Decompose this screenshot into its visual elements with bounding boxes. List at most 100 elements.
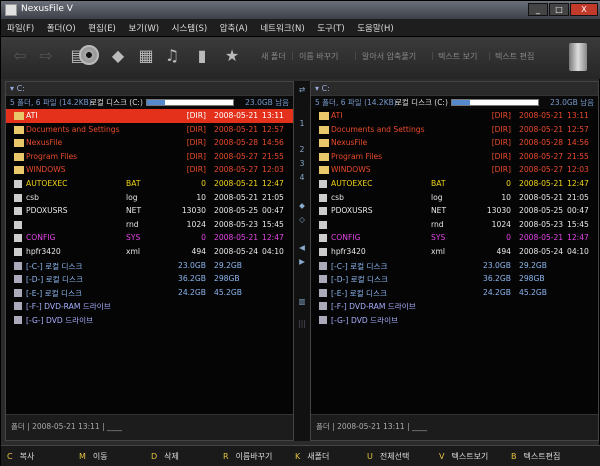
folder-row[interactable]: ATI [DIR] 2008-05-21 13:11: [6, 109, 293, 123]
file-row[interactable]: AUTOEXEC BAT 0 2008-05-21 12:47: [6, 177, 293, 191]
drive-row[interactable]: [-C-] 로컬 디스크 23.0GB 29.2GB: [311, 259, 598, 273]
row-size: 0: [506, 178, 511, 188]
music-icon[interactable]: ♫: [161, 45, 183, 67]
arrow-left-icon[interactable]: ◀: [294, 243, 310, 252]
trash-bin-icon[interactable]: [569, 43, 587, 71]
menu-tools[interactable]: 도구(T): [311, 19, 348, 34]
tab-4[interactable]: 4: [294, 173, 310, 182]
fkey-text-edit[interactable]: B 텍스트편집: [511, 451, 560, 462]
drive-row[interactable]: [-D-] 로컬 디스크 36.2GB 298GB: [311, 272, 598, 286]
forward-arrow-icon[interactable]: ⇨: [35, 45, 57, 67]
drive-row[interactable]: [-F-] DVD-RAM 드라이브: [311, 299, 598, 313]
text-edit-button[interactable]: 텍스트 편집: [495, 51, 534, 62]
menu-edit[interactable]: 편집(E): [82, 19, 120, 34]
folder-icon: [14, 139, 24, 148]
file-row[interactable]: rnd 1024 2008-05-23 15:45: [6, 218, 293, 232]
row-name: [-G-] DVD 드라이브: [26, 315, 94, 325]
right-disk-label: 로컬 디스크 (C:): [395, 98, 448, 107]
menu-bar: 파일(F) 폴더(O) 편집(E) 보기(W) 시스템(S) 압축(A) 네트워…: [1, 19, 600, 37]
drive-row[interactable]: [-E-] 로컬 디스크 24.2GB 45.2GB: [311, 286, 598, 300]
row-ext: log: [431, 192, 443, 202]
rename-button[interactable]: 이름 바꾸기: [299, 51, 338, 62]
drive-row[interactable]: [-G-] DVD 드라이브: [311, 313, 598, 327]
file-row[interactable]: hpfr3420 xml 494 2008-05-24 04:10: [311, 245, 598, 259]
swap-panels-icon[interactable]: ⇄: [294, 85, 310, 94]
drive-row[interactable]: [-F-] DVD-RAM 드라이브: [6, 299, 293, 313]
fkey-rename[interactable]: R 이름바꾸기: [223, 451, 272, 462]
fkey-copy[interactable]: C 복사: [7, 451, 34, 462]
columns-icon[interactable]: ▥: [294, 297, 310, 306]
row-size: 494: [191, 246, 207, 256]
tab-2[interactable]: 2: [294, 145, 310, 154]
file-row[interactable]: rnd 1024 2008-05-23 15:45: [311, 218, 598, 232]
drive-row[interactable]: [-C-] 로컬 디스크 23.0GB 29.2GB: [6, 259, 293, 273]
fkey-text-view[interactable]: V 텍스트보기: [439, 451, 488, 462]
minimize-button[interactable]: _: [528, 3, 548, 16]
row-size: 10: [501, 192, 511, 202]
file-row[interactable]: csb log 10 2008-05-21 21:05: [311, 191, 598, 205]
folder-row[interactable]: Documents and Settings [DIR] 2008-05-21 12:…: [6, 123, 293, 137]
folder-row[interactable]: WINDOWS [DIR] 2008-05-27 12:03: [6, 163, 293, 177]
left-drive-selector[interactable]: ▾ C:: [6, 82, 293, 96]
fkey-delete[interactable]: D 삭제: [151, 451, 179, 462]
right-free-space: 23.0GB 남음: [550, 98, 594, 107]
gallery-icon[interactable]: ▦: [135, 45, 157, 67]
back-arrow-icon[interactable]: ⇦: [9, 45, 31, 67]
folder-row[interactable]: ATI [DIR] 2008-05-21 13:11: [311, 109, 598, 123]
menu-help[interactable]: 도움말(H): [351, 19, 397, 34]
file-row[interactable]: PDOXUSRS NET 13030 2008-05-25 00:47: [6, 204, 293, 218]
diamond-outline-icon[interactable]: ◇: [294, 215, 310, 224]
fkey-select-all[interactable]: U 전체선택: [367, 451, 409, 462]
menu-system[interactable]: 시스템(S): [166, 19, 212, 34]
menu-archive[interactable]: 압축(A): [214, 19, 252, 34]
row-size: 0: [201, 178, 206, 188]
menu-file[interactable]: 파일(F): [1, 19, 38, 34]
close-button[interactable]: X: [570, 3, 598, 16]
auto-extract-button[interactable]: 알아서 압축풀기: [362, 51, 416, 62]
text-view-button[interactable]: 텍스트 보기: [438, 51, 477, 62]
folder-row[interactable]: NexusFile [DIR] 2008-05-28 14:56: [6, 136, 293, 150]
arrow-right-icon[interactable]: ▶: [294, 257, 310, 266]
tab-1[interactable]: 1: [294, 119, 310, 128]
diamond-filled-icon[interactable]: ◆: [294, 201, 310, 210]
file-row[interactable]: csb log 10 2008-05-21 21:05: [6, 191, 293, 205]
row-time: 15:45: [567, 219, 589, 229]
file-icon: [319, 193, 327, 202]
menu-folder[interactable]: 폴더(O): [41, 19, 80, 34]
folder-row[interactable]: Program Files [DIR] 2008-05-27 21:55: [311, 150, 598, 164]
title-bar[interactable]: NexusFile V _ □ X: [1, 1, 600, 19]
drive-row[interactable]: [-D-] 로컬 디스크 36.2GB 298GB: [6, 272, 293, 286]
row-name: PDOXUSRS: [26, 206, 68, 216]
new-folder-button[interactable]: 새 폴더: [261, 51, 286, 62]
row-time: 21:05: [567, 192, 589, 202]
disc-icon[interactable]: [79, 45, 99, 65]
file-row[interactable]: CONFIG SYS 0 2008-05-21 12:47: [311, 231, 598, 245]
fkey-new-folder[interactable]: K 새폴더: [295, 451, 329, 462]
folder-row[interactable]: NexusFile [DIR] 2008-05-28 14:56: [311, 136, 598, 150]
file-row[interactable]: PDOXUSRS NET 13030 2008-05-25 00:47: [311, 204, 598, 218]
menu-network[interactable]: 네트워크(N): [254, 19, 308, 34]
main-window: NexusFile V _ □ X 파일(F) 폴더(O) 편집(E) 보기(W…: [0, 0, 600, 466]
folder-row[interactable]: Program Files [DIR] 2008-05-27 21:55: [6, 150, 293, 164]
fkey-label: 삭제: [164, 452, 179, 461]
tab-3[interactable]: 3: [294, 159, 310, 168]
folder-row[interactable]: WINDOWS [DIR] 2008-05-27 12:03: [311, 163, 598, 177]
row-name: Documents and Settings: [26, 124, 120, 134]
folder-icon: [319, 152, 329, 161]
row-date: 2008-05-21: [519, 192, 564, 202]
menu-view[interactable]: 보기(W): [122, 19, 163, 34]
maximize-button[interactable]: □: [549, 3, 569, 16]
right-drive-selector[interactable]: ▾ C:: [311, 82, 598, 96]
cards-icon[interactable]: ◆: [107, 45, 129, 67]
favorites-star-icon[interactable]: ★: [221, 45, 243, 67]
drive-row[interactable]: [-E-] 로컬 디스크 24.2GB 45.2GB: [6, 286, 293, 300]
folder-icon: [319, 166, 329, 175]
fkey-move[interactable]: M 이동: [79, 451, 108, 462]
folder-row[interactable]: Documents and Settings [DIR] 2008-05-21 12:…: [311, 123, 598, 137]
file-row[interactable]: hpfr3420 xml 494 2008-05-24 04:10: [6, 245, 293, 259]
disk-drive-icon: [14, 261, 22, 270]
file-row[interactable]: CONFIG SYS 0 2008-05-21 12:47: [6, 231, 293, 245]
file-row[interactable]: AUTOEXEC BAT 0 2008-05-21 12:47: [311, 177, 598, 191]
drive-row[interactable]: [-G-] DVD 드라이브: [6, 313, 293, 327]
video-icon[interactable]: ▮: [191, 45, 213, 67]
